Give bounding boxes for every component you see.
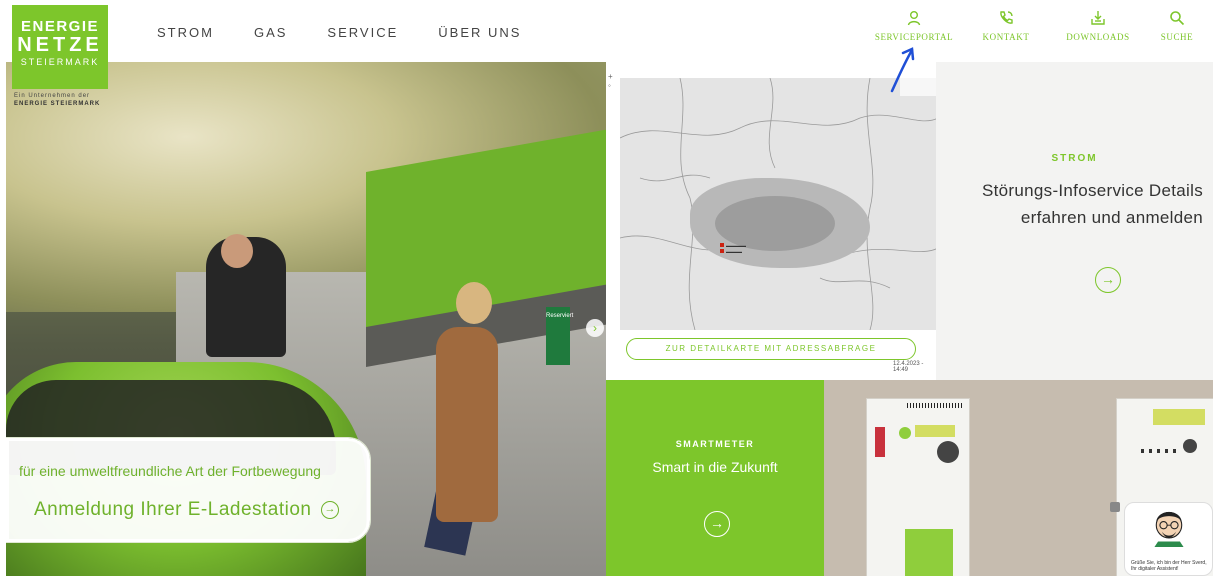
promo-subtitle: für eine umweltfreundliche Art der Fortb… (19, 463, 321, 479)
man-head (221, 234, 253, 268)
e-charging-promo[interactable]: für eine umweltfreundliche Art der Fortb… (6, 438, 370, 542)
search-icon (1170, 11, 1185, 26)
user-icon (907, 11, 921, 26)
arrow-right-circle-icon: → (321, 500, 340, 519)
slider-next-button[interactable]: › (586, 319, 604, 337)
serviceportal-label: SERVICEPORTAL (874, 32, 954, 42)
hero-image[interactable]: Reserviert › für eine umweltfreundliche … (6, 62, 606, 576)
arrow-right-circle-icon[interactable]: → (1095, 267, 1121, 293)
logo-tagline: Ein Unternehmen der ENERGIE STEIERMARK (14, 92, 100, 108)
logo-tagline-prefix: Ein Unternehmen der (14, 93, 91, 99)
promo-title[interactable]: Anmeldung Ihrer E-Ladestation → (34, 499, 340, 521)
download-icon (1091, 11, 1105, 25)
company-logo[interactable]: ENERGIE NETZE STEIERMARK (12, 5, 108, 89)
map-zoom-controls[interactable]: + ◦ (608, 72, 613, 90)
logo-line-3: STEIERMARK (20, 57, 100, 67)
detail-map-button[interactable]: ZUR DETAILKARTE MIT ADRESSABFRAGE (626, 338, 916, 360)
woman-figure (436, 327, 498, 522)
kontakt-link[interactable]: KONTAKT (971, 10, 1041, 42)
map-timestamp: 12.4.2023 - 14:49 (893, 361, 924, 373)
main-navigation: STROM GAS SERVICE ÜBER UNS (157, 25, 521, 40)
chat-avatar-icon (1110, 502, 1120, 512)
annotation-arrow-icon (890, 47, 915, 93)
logo-tagline-company: ENERGIE STEIERMARK (14, 101, 101, 107)
kontakt-label: KONTAKT (982, 32, 1030, 42)
nav-item-ueber-uns[interactable]: ÜBER UNS (438, 25, 521, 40)
serviceportal-link[interactable]: SERVICEPORTAL (875, 10, 953, 42)
smartmeter-device (866, 398, 970, 576)
logo-line-2: NETZE (17, 34, 103, 56)
strom-title: Störungs-Infoservice Details erfahren un… (982, 181, 1203, 227)
reserved-sign: Reserviert (546, 307, 573, 365)
nav-item-service[interactable]: SERVICE (327, 25, 398, 40)
site-header: ENERGIE NETZE STEIERMARK STROM GAS SERVI… (0, 0, 1213, 89)
downloads-link[interactable]: DOWNLOADS (1063, 10, 1133, 42)
arrow-right-circle-icon[interactable]: → (704, 511, 730, 537)
phone-icon (1000, 11, 1013, 24)
outage-map-tile: + ◦ ▬▬▬▬▬ ▬▬▬▬ ZUR DETAILKARTE MIT ADRESS… (606, 62, 938, 380)
suche-label: SUCHE (1160, 32, 1194, 42)
utility-navigation: SERVICEPORTAL KONTAKT DOWNLOADS SUCHE (875, 10, 1199, 42)
logo-line-1: ENERGIE (20, 18, 99, 35)
assistant-greeting: Grüße Sie, ich bin der Herr Sverd, Ihr d… (1131, 560, 1207, 572)
strom-kicker: STROM (1051, 153, 1098, 164)
chat-assistant-widget[interactable]: Grüße Sie, ich bin der Herr Sverd, Ihr d… (1124, 502, 1213, 576)
nav-item-gas[interactable]: GAS (254, 25, 287, 40)
nav-item-strom[interactable]: STROM (157, 25, 214, 40)
assistant-face-icon (1154, 511, 1184, 547)
strom-outage-tile[interactable]: STROM Störungs-Infoservice Details erfah… (936, 62, 1213, 380)
outage-map[interactable]: ▬▬▬▬▬ ▬▬▬▬ (620, 78, 938, 330)
map-legend: ▬▬▬▬▬ ▬▬▬▬ (720, 243, 780, 255)
smartmeter-kicker: SMARTMETER (675, 439, 755, 449)
woman-head (456, 282, 492, 324)
smartmeter-title: Smart in die Zukunft (652, 459, 778, 475)
downloads-label: DOWNLOADS (1066, 32, 1130, 42)
smartmeter-tile[interactable]: SMARTMETER Smart in die Zukunft → (606, 380, 824, 576)
suche-link[interactable]: SUCHE (1155, 10, 1199, 42)
promo-title-text: Anmeldung Ihrer E-Ladestation (34, 499, 312, 520)
